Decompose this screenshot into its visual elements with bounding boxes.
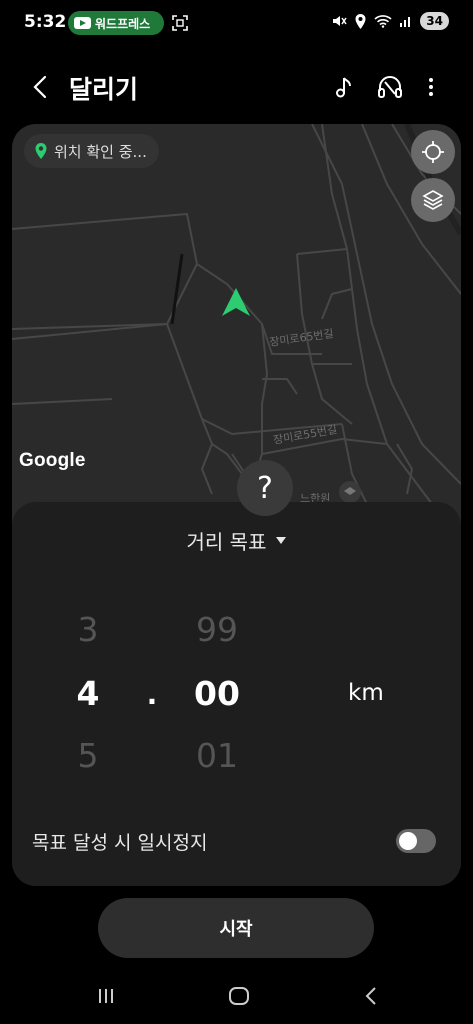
integer-picker-previous[interactable]: 3 (68, 610, 108, 649)
youtube-icon (74, 17, 91, 29)
goal-type-label: 거리 목표 (186, 530, 267, 554)
dropdown-arrow-icon (276, 537, 287, 544)
notification-app-label: 워드프레스 (95, 16, 151, 31)
app-bar: 달리기 (0, 62, 473, 112)
google-logo: Google (19, 450, 86, 471)
signal-icon (400, 17, 411, 27)
location-status-pill: 위치 확인 중... (24, 134, 159, 168)
wifi-icon (374, 15, 392, 28)
start-button-label: 시작 (219, 919, 253, 940)
toggle-knob (399, 832, 417, 850)
decimal-separator: . (146, 678, 158, 711)
mute-icon (333, 16, 347, 26)
decimal-picker-next[interactable]: 01 (182, 736, 252, 775)
help-icon: ? (257, 470, 273, 506)
recent-apps-icon[interactable] (92, 982, 120, 1010)
integer-picker-next[interactable]: 5 (68, 736, 108, 775)
back-icon[interactable] (26, 72, 56, 102)
street-label: 장미로65번길 (269, 327, 335, 349)
home-icon[interactable] (225, 982, 253, 1010)
location-status-text: 위치 확인 중... (54, 142, 147, 161)
location-pin-icon (35, 143, 47, 159)
user-location-arrow (222, 288, 250, 316)
pause-on-goal-toggle[interactable] (396, 829, 436, 853)
integer-picker-selected[interactable]: 4 (68, 674, 108, 713)
back-nav-icon[interactable] (358, 982, 386, 1010)
layers-icon (422, 190, 444, 210)
more-vert-icon[interactable] (416, 72, 446, 102)
notification-pill[interactable]: 워드프레스 (68, 11, 164, 35)
my-location-button[interactable] (411, 130, 455, 174)
distance-unit: km (348, 680, 384, 706)
status-bar: 5:32 워드프레스 34 (0, 0, 473, 48)
music-icon[interactable] (330, 72, 360, 102)
decimal-picker-selected[interactable]: 00 (182, 674, 252, 713)
pause-on-goal-label: 목표 달성 시 일시정지 (32, 832, 208, 854)
goal-type-dropdown[interactable]: 거리 목표 (12, 526, 461, 555)
battery-indicator: 34 (420, 12, 449, 30)
crosshair-icon (422, 141, 444, 163)
map-layers-button[interactable] (411, 178, 455, 222)
screenshot-scan-icon (172, 15, 188, 31)
page-title: 달리기 (69, 75, 139, 104)
help-button[interactable]: ? (237, 460, 293, 516)
decimal-picker-previous[interactable]: 99 (182, 610, 252, 649)
location-icon (355, 13, 366, 29)
start-button[interactable]: 시작 (98, 898, 374, 958)
navigation-bar (0, 970, 473, 1024)
status-time: 5:32 (24, 12, 67, 32)
goal-sheet: 거리 목표 3 4 5 . 99 00 01 km 목표 달성 시 일시정지 (12, 502, 461, 886)
headphones-icon[interactable] (375, 72, 405, 102)
